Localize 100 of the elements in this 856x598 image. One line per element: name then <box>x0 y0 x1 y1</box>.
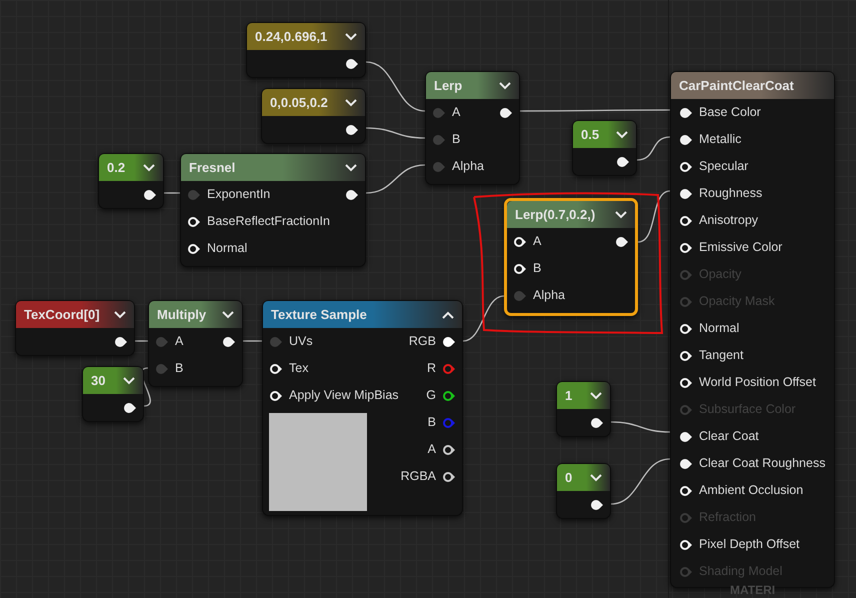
wire <box>636 136 670 161</box>
node-title: 0 <box>565 468 572 487</box>
wire <box>366 164 426 194</box>
constant-node[interactable]: 0.5 <box>572 120 637 176</box>
pin-label: B <box>175 360 184 378</box>
pin-label: RGBA <box>400 468 436 486</box>
constant-node[interactable]: 0,0.05,0.2 <box>261 88 366 144</box>
function-node[interactable]: Fresnel ExponentIn BaseReflectFractionIn Normal <box>180 153 366 267</box>
node-title: 0,0.05,0.2 <box>270 94 328 112</box>
node-title: Multiply <box>157 306 206 324</box>
pin-label: UVs <box>289 333 313 350</box>
chevron-down-icon[interactable] <box>345 164 357 172</box>
pin-icon[interactable] <box>345 124 359 136</box>
pin-label: Clear Coat Roughness <box>699 455 826 472</box>
pin-icon[interactable] <box>679 350 693 362</box>
pin-icon[interactable] <box>679 376 693 388</box>
chevron-down-icon[interactable] <box>143 164 155 172</box>
wire <box>638 190 670 243</box>
pin-icon[interactable] <box>679 214 693 226</box>
pin-label: Tangent <box>699 347 744 364</box>
node-title: 30 <box>91 372 106 390</box>
pin-icon[interactable] <box>615 236 629 248</box>
pin-label: Metallic <box>699 131 742 148</box>
wire <box>135 340 148 342</box>
constant-node[interactable]: 30 <box>82 366 144 422</box>
texture-node[interactable]: Texture Sample UVs Tex Apply View MipBias RGB R G B A RGBA <box>262 300 463 516</box>
pin-label: Tex <box>289 360 308 378</box>
chevron-down-icon[interactable] <box>114 310 126 318</box>
pin-label: A <box>428 441 436 458</box>
wire <box>164 192 180 194</box>
chevron-down-icon[interactable] <box>345 32 357 40</box>
pin-icon[interactable] <box>269 390 283 402</box>
chevron-down-icon[interactable] <box>616 130 628 138</box>
constant-node[interactable]: TexCoord[0] <box>15 300 135 356</box>
pin-icon[interactable] <box>345 58 359 70</box>
pin-icon[interactable] <box>123 402 137 414</box>
pin-icon[interactable] <box>442 390 456 402</box>
node-title: 0.5 <box>581 126 600 144</box>
pin-icon[interactable] <box>513 236 527 248</box>
pin-icon[interactable] <box>513 262 527 274</box>
pin-label: Alpha <box>533 287 565 304</box>
node-title: 0.24,0.696,1 <box>255 28 328 46</box>
pin-icon[interactable] <box>679 538 693 550</box>
pin-icon[interactable] <box>679 106 693 118</box>
chevron-down-icon[interactable] <box>615 210 627 218</box>
pin-icon[interactable] <box>590 498 604 510</box>
node-title: Fresnel <box>189 158 236 177</box>
function-node[interactable]: Lerp(0.7,0.2,) A B Alpha <box>504 198 638 316</box>
pin-icon[interactable] <box>114 336 128 348</box>
pin-icon[interactable] <box>143 188 157 200</box>
pin-icon[interactable] <box>187 216 201 228</box>
node-title: Lerp(0.7,0.2,) <box>515 206 596 224</box>
chevron-down-icon[interactable] <box>123 376 135 384</box>
function-node[interactable]: Multiply A B <box>148 300 243 387</box>
wire <box>610 421 670 433</box>
pin-icon[interactable] <box>187 242 201 254</box>
chevron-down-icon[interactable] <box>345 98 357 106</box>
pin-icon[interactable] <box>345 188 359 200</box>
pin-label: B <box>428 414 436 432</box>
pin-icon[interactable] <box>222 336 236 348</box>
constant-node[interactable]: 1 <box>556 381 611 437</box>
wire <box>610 458 670 505</box>
pin-icon[interactable] <box>679 430 693 442</box>
chevron-down-icon[interactable] <box>222 310 234 318</box>
constant-node[interactable]: 0.2 <box>98 153 164 209</box>
pin-icon[interactable] <box>442 336 456 348</box>
pin-icon[interactable] <box>679 134 693 146</box>
pin-icon[interactable] <box>442 470 456 482</box>
pin-icon[interactable] <box>590 416 604 428</box>
node-title: Lerp <box>434 76 462 95</box>
pin-label: ExponentIn <box>207 186 270 204</box>
function-node[interactable]: Lerp A B Alpha <box>425 71 520 185</box>
pin-icon[interactable] <box>679 322 693 334</box>
pin-icon[interactable] <box>679 242 693 254</box>
chevron-down-icon[interactable] <box>590 392 602 400</box>
pin-icon[interactable] <box>679 160 693 172</box>
pin-label: Base Color <box>699 104 761 122</box>
node-title: TexCoord[0] <box>24 306 100 324</box>
pin-label: Emissive Color <box>699 239 782 256</box>
pin-label: Pixel Depth Offset <box>699 536 800 554</box>
pin-icon[interactable] <box>442 444 456 456</box>
pin-icon[interactable] <box>679 458 693 470</box>
constant-node[interactable]: 0.24,0.696,1 <box>246 22 366 78</box>
pin-label: World Position Offset <box>699 374 816 392</box>
wire <box>366 61 426 112</box>
pin-icon[interactable] <box>499 106 513 118</box>
graph-label: MATERI <box>730 583 776 597</box>
chevron-down-icon[interactable] <box>499 82 511 90</box>
chevron-down-icon[interactable] <box>590 474 602 482</box>
node-title: Texture Sample <box>271 306 367 324</box>
wire <box>366 127 426 139</box>
pin-label: B <box>533 260 542 278</box>
constant-node[interactable]: 0 <box>556 463 611 519</box>
pin-label: Specular <box>699 158 748 176</box>
pin-icon[interactable] <box>616 156 630 168</box>
pin-icon[interactable] <box>679 484 693 496</box>
pin-icon[interactable] <box>679 188 693 200</box>
pin-icon[interactable] <box>269 362 283 374</box>
chevron-up-icon[interactable] <box>442 310 454 318</box>
pin-label: A <box>533 233 542 250</box>
